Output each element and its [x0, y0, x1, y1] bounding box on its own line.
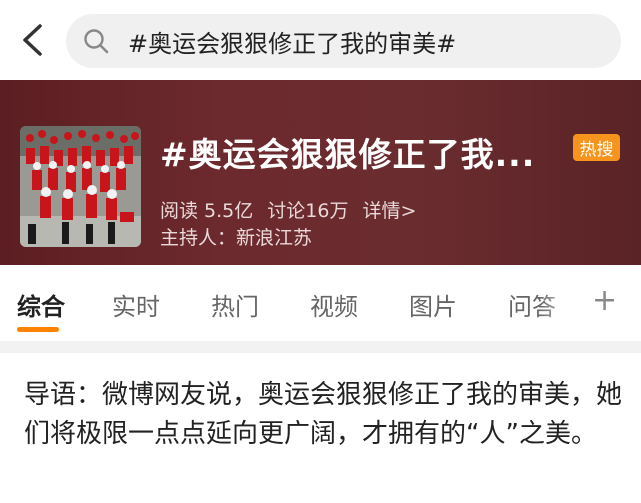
tab-fade	[540, 265, 580, 341]
search-icon	[84, 29, 109, 54]
tab-video[interactable]: 视频	[310, 287, 358, 322]
chevron-left-icon	[23, 24, 42, 56]
read-count: 阅读 5.5亿	[160, 200, 254, 222]
tab-bar: 综合 实时 热门 视频 图片 问答 +	[0, 265, 641, 341]
tab-images[interactable]: 图片	[409, 287, 457, 322]
section-divider	[0, 341, 641, 353]
topic-thumbnail[interactable]	[20, 126, 141, 247]
tab-realtime[interactable]: 实时	[112, 287, 160, 322]
topic-stats: 阅读 5.5亿 讨论16万 详情>	[160, 196, 430, 223]
back-button[interactable]	[14, 22, 50, 58]
tab-hot[interactable]: 热门	[211, 287, 259, 322]
active-tab-indicator	[17, 327, 59, 332]
search-query: #奥运会狠狠修正了我的审美#	[128, 29, 457, 58]
discussion-count: 讨论16万	[267, 200, 349, 222]
details-link[interactable]: 详情>	[362, 200, 416, 222]
tab-comprehensive[interactable]: 综合	[17, 287, 65, 322]
top-bar: #奥运会狠狠修正了我的审美#	[0, 0, 641, 80]
plus-icon[interactable]: +	[592, 283, 617, 318]
hot-badge: 热搜	[573, 134, 620, 161]
parade-photo	[20, 126, 141, 247]
intro-text: 导语：微博网友说，奥运会狠狠修正了我的审美，她们将极限一点点延向更广阔，才拥有的…	[24, 380, 623, 449]
topic-title: #奥运会狠狠修正了我...	[160, 135, 536, 174]
topic-header: #奥运会狠狠修正了我... 热搜 阅读 5.5亿 讨论16万 详情> 主持人：新浪江…	[0, 80, 641, 265]
topic-host: 主持人：新浪江苏	[160, 227, 313, 249]
search-input[interactable]: #奥运会狠狠修正了我的审美#	[66, 14, 621, 68]
